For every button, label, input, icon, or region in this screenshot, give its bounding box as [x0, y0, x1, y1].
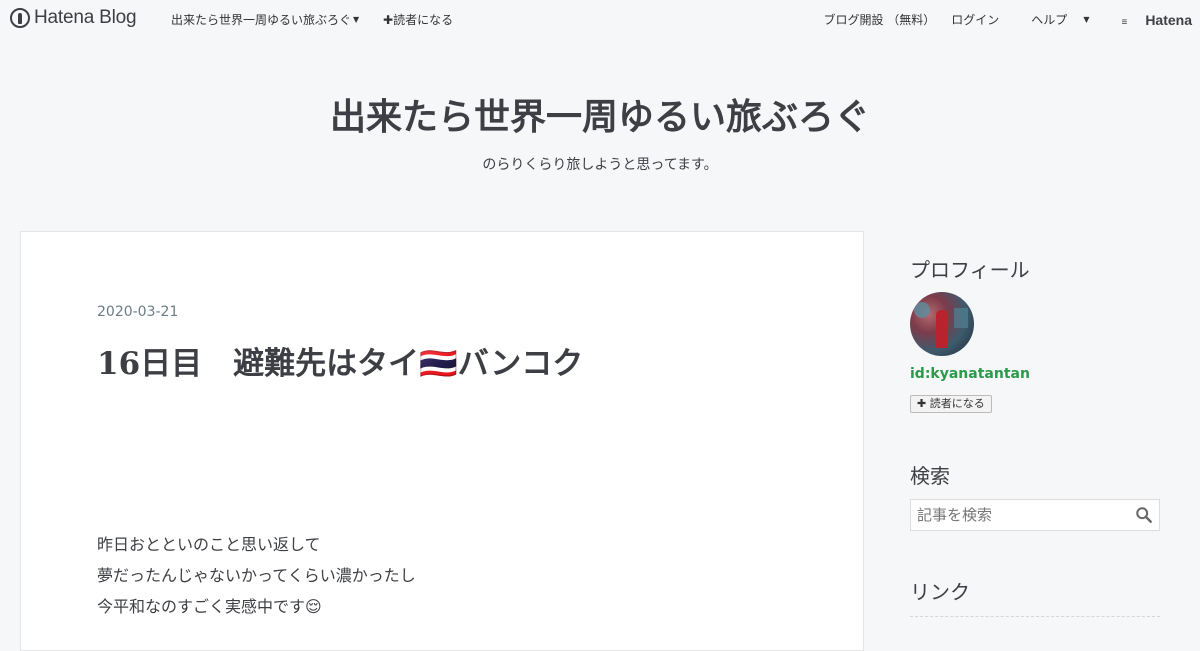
avatar-figure [936, 310, 948, 348]
open-blog-link[interactable]: ブログ開設 （無料） [823, 11, 935, 28]
brand-text: Hatena Blog [34, 7, 137, 28]
global-header: Hatena Blog 出来たら世界一周ゆるい旅ぶろぐ ▼ ✚読者になる ブログ開… [0, 0, 1200, 36]
caret-down-icon: ▼ [1083, 15, 1090, 24]
body-line: 昨日おとといのこと思い返して [97, 535, 321, 554]
avatar[interactable] [910, 292, 974, 356]
hatena-logo[interactable]: ≡ Hatena [1105, 12, 1192, 28]
links-heading: リンク [910, 580, 970, 604]
blog-title[interactable]: 出来たら世界一周ゆるい旅ぶろぐ [0, 88, 1200, 140]
plus-icon: ✚ [383, 13, 394, 27]
hatena-mark-icon: ≡ [1121, 16, 1127, 28]
help-menu[interactable]: ヘルプ ▼ [1015, 11, 1089, 28]
entry-title[interactable]: 16日目 避難先はタイ🇹🇭バンコク [97, 338, 583, 383]
hatena-blog-logo[interactable]: Hatena Blog [10, 7, 137, 29]
caret-down-icon: ▼ [353, 15, 360, 24]
avatar-decoration [954, 308, 968, 328]
subscribe-button-label: 読者になる [929, 397, 985, 410]
blog-description: のらりくらり旅しようと思ってます。 [482, 157, 718, 173]
search-form [910, 499, 1160, 531]
entry-date[interactable]: 2020-03-21 [97, 304, 178, 320]
hatena-blog-pen-icon [10, 8, 30, 28]
avatar-decoration [914, 302, 930, 318]
body-line: 今平和なのすごく実感中です😌 [97, 597, 322, 616]
subscribe-label: 読者になる [393, 13, 454, 27]
profile-heading: プロフィール [910, 258, 1030, 282]
entry-article: 2020-03-21 16日目 避難先はタイ🇹🇭バンコク 昨日おとといのこと思い… [20, 231, 864, 651]
plus-icon: ✚ [917, 397, 927, 410]
divider [910, 616, 1160, 617]
subscribe-button[interactable]: ✚ 読者になる [910, 395, 992, 413]
search-icon[interactable] [1135, 506, 1153, 524]
login-link[interactable]: ログイン [951, 11, 999, 28]
blog-menu-label: 出来たら世界一周ゆるい旅ぶろぐ [171, 13, 352, 27]
hatena-logo-text: Hatena [1145, 11, 1192, 28]
blog-menu[interactable]: 出来たら世界一周ゆるい旅ぶろぐ ▼ [171, 11, 359, 28]
user-id-link[interactable]: id:kyanatantan [910, 366, 1030, 382]
search-heading: 検索 [910, 464, 950, 488]
subscribe-link[interactable]: ✚読者になる [383, 11, 453, 28]
search-input[interactable] [911, 500, 1126, 530]
entry-content: 昨日おとといのこと思い返して 夢だったんじゃないかってくらい濃かったし 今平和な… [97, 529, 416, 622]
header-right-menu: ブログ開設 （無料） ログイン ヘルプ ▼ ≡ Hatena [807, 11, 1192, 28]
body-line: 夢だったんじゃないかってくらい濃かったし [97, 566, 416, 585]
help-label: ヘルプ [1031, 13, 1068, 27]
